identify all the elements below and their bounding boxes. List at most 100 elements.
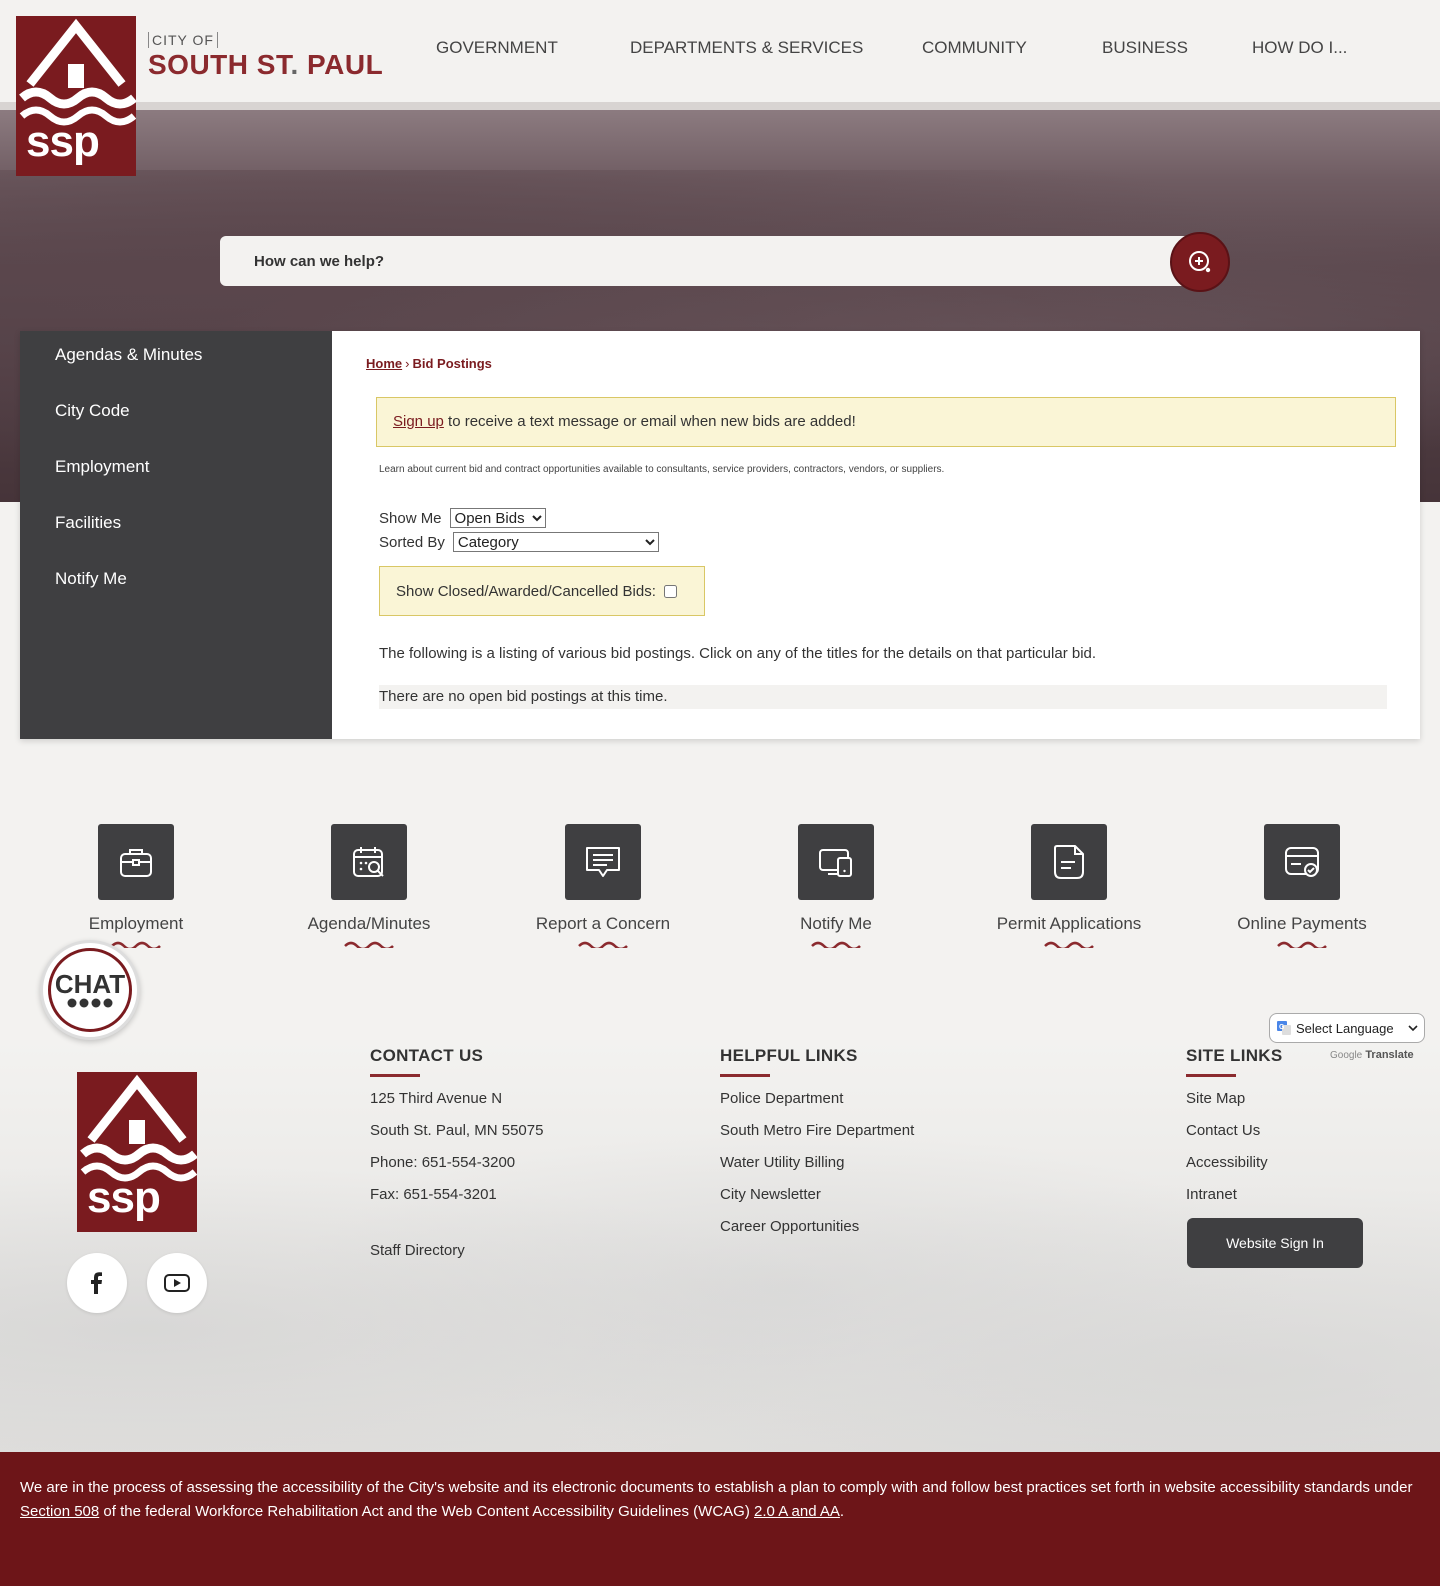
show-me-row: Show Me Open Bids xyxy=(379,508,546,528)
nav-government[interactable]: GOVERNMENT xyxy=(436,38,558,58)
chevron-down-icon xyxy=(1408,1025,1418,1032)
footer-site-links: SITE LINKS xyxy=(1186,1046,1283,1077)
header-divider xyxy=(0,102,1440,110)
quick-link-employment[interactable]: Employment xyxy=(36,824,236,948)
message-icon xyxy=(586,847,620,877)
show-closed-box: Show Closed/Awarded/Cancelled Bids: xyxy=(379,566,705,616)
quick-link-permit-applications[interactable]: Permit Applications xyxy=(969,824,1169,948)
staff-directory-link[interactable]: Staff Directory xyxy=(370,1242,465,1259)
sidebar-item-notify-me[interactable]: Notify Me xyxy=(55,569,127,589)
footer-logo[interactable]: ssp xyxy=(77,1072,198,1232)
google-translate-icon: G xyxy=(1277,1021,1291,1035)
contact-address-line2: South St. Paul, MN 55075 xyxy=(370,1122,544,1139)
search-input[interactable] xyxy=(220,236,1190,286)
footer-contact: CONTACT US xyxy=(370,1046,483,1077)
quick-link-label: Permit Applications xyxy=(996,914,1142,933)
helpful-link-police[interactable]: Police Department xyxy=(720,1090,843,1107)
contact-address-line1: 125 Third Avenue N xyxy=(370,1090,503,1107)
wcag-link[interactable]: 2.0 A and AA xyxy=(754,1503,840,1520)
show-me-label: Show Me xyxy=(379,509,442,527)
facebook-icon xyxy=(91,1272,102,1294)
breadcrumb-current: Bid Postings xyxy=(412,356,492,371)
logo-text: ssp xyxy=(26,117,100,166)
helpful-link-careers[interactable]: Career Opportunities xyxy=(720,1218,859,1235)
site-link-contact-us[interactable]: Contact Us xyxy=(1186,1122,1260,1139)
wave-divider-icon xyxy=(578,941,628,948)
quick-link-tile xyxy=(98,824,174,900)
show-closed-label: Show Closed/Awarded/Cancelled Bids: xyxy=(396,582,656,600)
site-links-title-bar xyxy=(1186,1074,1236,1077)
sidebar: Agendas & Minutes City Code Employment F… xyxy=(20,331,332,739)
powered-by-google: Google Translate xyxy=(1330,1049,1414,1061)
breadcrumb-home[interactable]: Home xyxy=(366,356,402,371)
search-button[interactable] xyxy=(1170,232,1230,292)
accessibility-text-1: We are in the process of assessing the a… xyxy=(20,1479,1413,1496)
chat-button[interactable]: CHAT xyxy=(40,940,140,1040)
sorted-by-row: Sorted By Category xyxy=(379,532,659,552)
bid-intro-text: Learn about current bid and contract opp… xyxy=(379,464,945,475)
footer-helpful-links: HELPFUL LINKS xyxy=(720,1046,858,1077)
quick-link-label: Online Payments xyxy=(1237,914,1367,933)
wave-divider-icon xyxy=(811,941,861,948)
breadcrumb-separator: › xyxy=(405,356,410,371)
signup-link[interactable]: Sign up xyxy=(393,413,444,430)
calendar-search-icon xyxy=(353,847,384,877)
powered-translate-text[interactable]: Translate xyxy=(1365,1049,1413,1061)
nav-business[interactable]: BUSINESS xyxy=(1102,38,1188,58)
site-link-intranet[interactable]: Intranet xyxy=(1186,1186,1237,1203)
bid-postings-content: Home › Bid Postings Sign up to receive a t… xyxy=(332,331,1420,739)
quick-link-agenda-minutes[interactable]: Agenda/Minutes xyxy=(269,824,469,948)
quick-link-tile xyxy=(331,824,407,900)
signup-alert-text: to receive a text message or email when … xyxy=(443,413,856,430)
accessibility-text-3: . xyxy=(839,1503,845,1520)
section-508-link[interactable]: Section 508 xyxy=(20,1503,99,1520)
sorted-by-label: Sorted By xyxy=(379,533,445,551)
language-select-label: Select Language xyxy=(1296,1020,1394,1036)
quick-link-tile xyxy=(1031,824,1107,900)
powered-google-text: Google xyxy=(1330,1050,1363,1061)
sidebar-item-agendas-minutes[interactable]: Agendas & Minutes xyxy=(55,345,202,365)
quick-link-report-concern[interactable]: Report a Concern xyxy=(503,824,703,948)
quick-link-label: Employment xyxy=(88,914,184,933)
main-panel: Agendas & Minutes City Code Employment F… xyxy=(20,331,1420,739)
quick-link-online-payments[interactable]: Online Payments xyxy=(1202,824,1402,948)
accessibility-statement: We are in the process of assessing the a… xyxy=(0,1452,1440,1586)
chat-badge: CHAT xyxy=(48,948,132,1032)
helpful-link-newsletter[interactable]: City Newsletter xyxy=(720,1186,821,1203)
nav-how-do-i[interactable]: HOW DO I... xyxy=(1252,38,1347,58)
accessibility-text-2: of the federal Workforce Rehabilitation … xyxy=(99,1503,754,1520)
website-sign-in-button[interactable]: Website Sign In xyxy=(1187,1218,1363,1268)
nav-departments-services[interactable]: DEPARTMENTS & SERVICES xyxy=(630,38,863,58)
city-logo[interactable]: ssp xyxy=(16,16,137,176)
sidebar-item-employment[interactable]: Employment xyxy=(55,457,149,477)
facebook-link[interactable] xyxy=(67,1253,127,1313)
youtube-link[interactable] xyxy=(147,1253,207,1313)
sorted-by-select[interactable]: Category xyxy=(452,532,659,552)
contact-phone[interactable]: Phone: 651-554-3200 xyxy=(370,1154,515,1171)
contact-title: CONTACT US xyxy=(370,1046,484,1065)
wave-divider-icon xyxy=(344,941,394,948)
helpful-link-fire[interactable]: South Metro Fire Department xyxy=(720,1122,914,1139)
site-link-site-map[interactable]: Site Map xyxy=(1186,1090,1245,1107)
sidebar-item-city-code[interactable]: City Code xyxy=(55,401,130,421)
helpful-link-water-billing[interactable]: Water Utility Billing xyxy=(720,1154,844,1171)
signup-alert: Sign up to receive a text message or ema… xyxy=(376,397,1396,447)
site-links-title: SITE LINKS xyxy=(1186,1046,1283,1065)
show-me-select[interactable]: Open Bids xyxy=(449,508,546,528)
quick-link-notify-me[interactable]: Notify Me xyxy=(736,824,936,948)
site-link-accessibility[interactable]: Accessibility xyxy=(1186,1154,1268,1171)
quick-link-label: Notify Me xyxy=(800,914,872,933)
contact-title-bar xyxy=(370,1074,420,1077)
wave-divider-icon xyxy=(111,941,161,948)
helpful-links-title: HELPFUL LINKS xyxy=(720,1046,858,1065)
chat-dots-icon xyxy=(67,998,113,1008)
nav-community[interactable]: COMMUNITY xyxy=(922,38,1027,58)
quick-link-tile xyxy=(798,824,874,900)
youtube-icon xyxy=(164,1274,190,1292)
quick-link-label: Report a Concern xyxy=(535,914,671,933)
show-closed-checkbox[interactable] xyxy=(663,584,677,598)
search-icon xyxy=(1189,251,1211,273)
sidebar-item-facilities[interactable]: Facilities xyxy=(55,513,121,533)
language-select[interactable]: G Select Language xyxy=(1269,1013,1425,1043)
svg-text:G: G xyxy=(1279,1024,1285,1031)
